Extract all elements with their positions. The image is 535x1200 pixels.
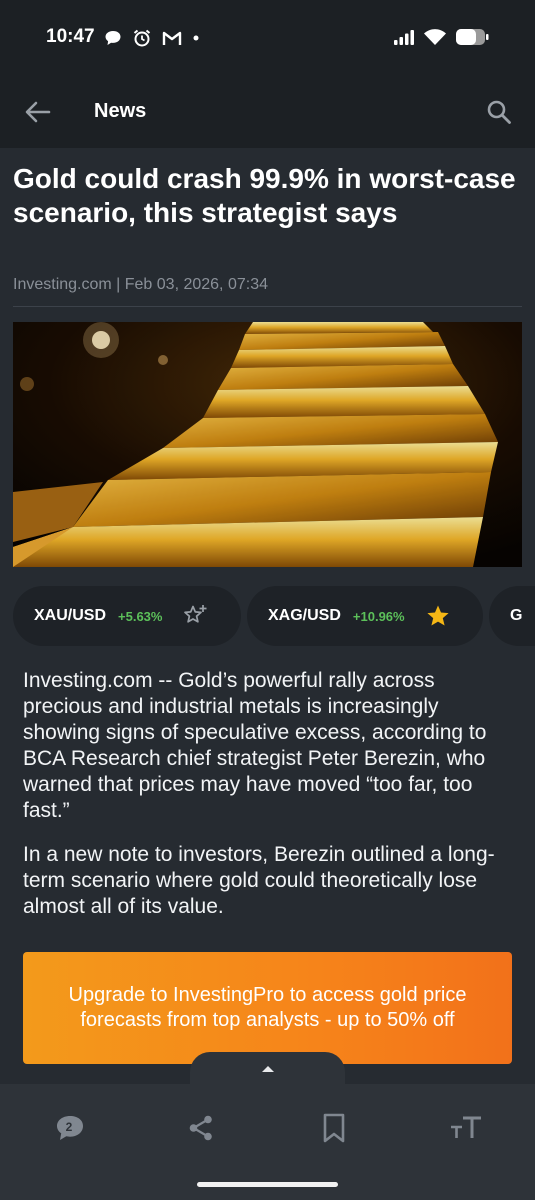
gold-bars-photo (13, 322, 522, 567)
alarm-clock-icon (133, 29, 151, 47)
remove-from-watchlist-button[interactable] (425, 603, 451, 629)
bookmark-icon (323, 1113, 345, 1143)
instrument-change: +5.63% (118, 608, 163, 624)
more-notifications-dot-icon (193, 35, 199, 41)
instrument-chip-xag[interactable]: XAG/USD +10.96% (247, 586, 483, 646)
caret-up-icon (261, 1066, 274, 1072)
instrument-symbol: XAG/USD (268, 607, 341, 624)
instrument-change: +10.96% (352, 608, 405, 624)
signal-icon (394, 30, 414, 45)
add-to-watchlist-button[interactable] (182, 603, 208, 629)
related-instruments: XAU/USD +5.63% XAG/USD +10.96% G (13, 586, 535, 648)
page-title: News (94, 100, 147, 122)
share-button[interactable] (181, 1110, 221, 1146)
instrument-symbol: XAU/USD (34, 607, 107, 624)
investingpro-upgrade-button[interactable]: Upgrade to InvestingPro to access gold p… (23, 952, 512, 1064)
comment-count-badge: 2 (65, 1120, 73, 1134)
back-button[interactable] (22, 96, 54, 128)
status-time: 10:47 (46, 26, 95, 47)
article-content[interactable]: Gold could crash 99.9% in worst-case sce… (0, 148, 535, 1084)
search-icon (487, 100, 511, 124)
promo-label: Upgrade to InvestingPro to access gold p… (68, 984, 467, 1031)
wifi-icon (424, 29, 446, 45)
arrow-left-icon (25, 101, 51, 123)
system-icons (393, 28, 489, 46)
divider (13, 306, 522, 307)
star-filled-icon (426, 605, 449, 626)
status-bar: 10:47 (0, 0, 535, 76)
chat-bubble-icon (105, 31, 121, 45)
text-size-icon (451, 1116, 481, 1138)
article-paragraph: Investing.com -- Gold’s powerful rally a… (23, 669, 487, 822)
expand-toolbar-tab[interactable] (190, 1052, 345, 1086)
article-paragraph: In a new note to investors, Berezin outl… (23, 843, 495, 918)
share-icon (189, 1115, 212, 1141)
article-body: Investing.com -- Gold’s powerful rally a… (23, 668, 513, 938)
comments-button[interactable]: 2 (50, 1110, 90, 1146)
home-indicator[interactable] (197, 1182, 338, 1187)
battery-icon (456, 29, 489, 45)
article-hero-image (13, 322, 522, 567)
text-size-button[interactable] (446, 1110, 486, 1146)
app-bar: News (0, 76, 535, 148)
article-meta: Investing.com | Feb 03, 2026, 07:34 (13, 276, 268, 293)
star-plus-icon (184, 605, 207, 623)
notification-icons (104, 28, 200, 48)
search-button[interactable] (483, 96, 515, 128)
bookmark-button[interactable] (314, 1110, 354, 1146)
gmail-icon (162, 31, 182, 45)
instrument-chip-xau[interactable]: XAU/USD +5.63% (13, 586, 241, 646)
instrument-symbol: G (510, 607, 523, 624)
instrument-chip-partial[interactable]: G (489, 586, 535, 646)
article-headline: Gold could crash 99.9% in worst-case sce… (13, 163, 516, 228)
